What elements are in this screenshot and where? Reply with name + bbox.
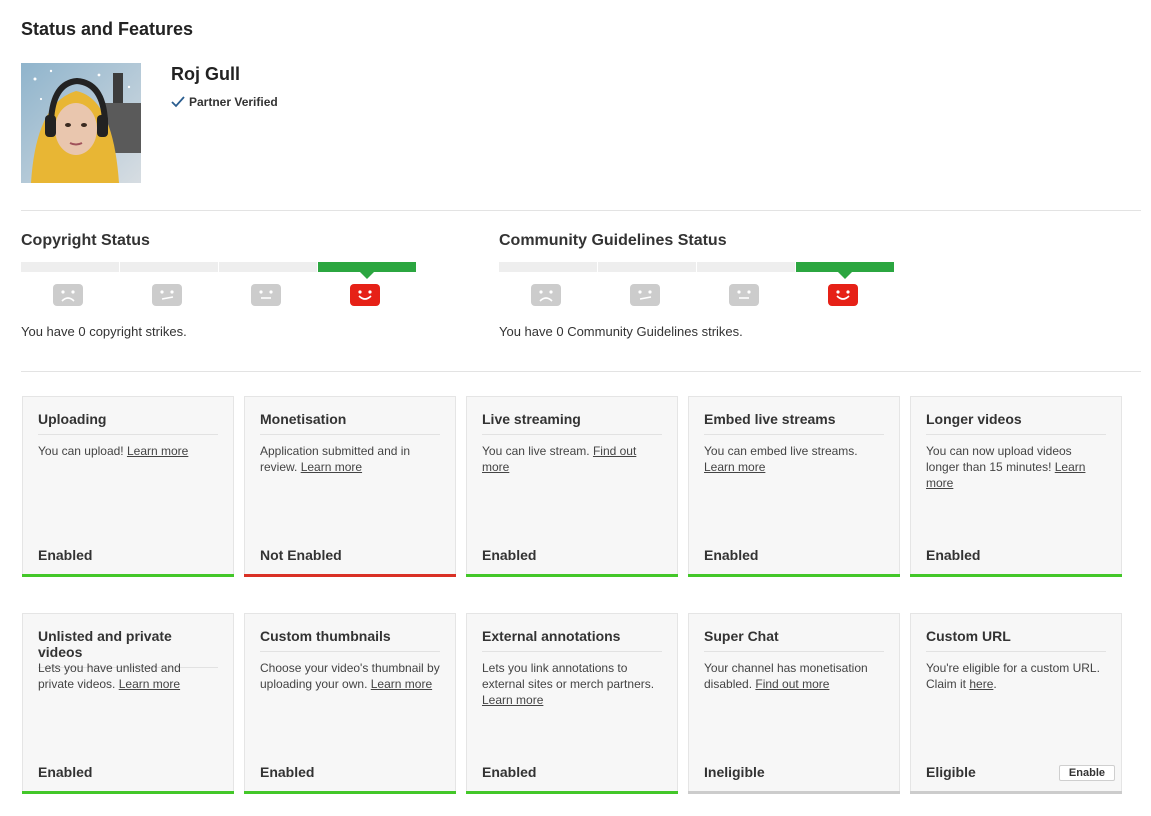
status-bar [910, 574, 1122, 577]
status-bar [466, 791, 678, 794]
page-title: Status and Features [21, 19, 194, 39]
neutral-face-icon [729, 284, 759, 306]
card-description: Your channel has monetisation disabled. … [704, 661, 868, 691]
verified-label: Partner Verified [189, 95, 278, 109]
learn-more-link[interactable]: Learn more [704, 460, 765, 474]
card-description: You can embed live streams. Learn more [704, 444, 858, 474]
enable-custom-url-button[interactable]: Enable [1058, 765, 1115, 781]
card-description: You can upload! Learn more [38, 444, 189, 458]
card-status: Enabled [38, 547, 93, 563]
strike-segment [598, 262, 696, 272]
status-bar [910, 791, 1122, 794]
unhappy-face-icon [630, 284, 660, 306]
card-status: Enabled [260, 764, 315, 780]
unhappy-face-icon [152, 284, 182, 306]
channel-name: Roj Gull [171, 64, 240, 84]
strike-segment [219, 262, 317, 272]
card-title: Live streaming [482, 411, 662, 435]
community-strikes-text: You have 0 Community Guidelines strikes. [499, 324, 743, 339]
card-status: Enabled [38, 764, 93, 780]
learn-more-link[interactable]: Learn more [482, 693, 543, 707]
feature-card-custom-thumbnails: Custom thumbnails Choose your video's th… [244, 613, 456, 794]
happy-face-icon [828, 284, 858, 306]
card-title: Longer videos [926, 411, 1106, 435]
sad-face-icon [53, 284, 83, 306]
checkmark-icon [171, 96, 185, 108]
sad-face-icon [531, 284, 561, 306]
community-strike-meter [499, 262, 895, 279]
feature-card-uploading: Uploading You can upload! Learn more Ena… [22, 396, 234, 577]
card-status: Enabled [704, 547, 759, 563]
card-description: You're eligible for a custom URL. Claim … [926, 661, 1100, 691]
card-title: External annotations [482, 628, 662, 652]
feature-card-super-chat: Super Chat Your channel has monetisation… [688, 613, 900, 794]
card-title: Monetisation [260, 411, 440, 435]
strike-segment [21, 262, 119, 272]
community-guidelines-status: Community Guidelines Status You have 0 C… [499, 232, 899, 339]
status-bar [688, 791, 900, 794]
card-status: Not Enabled [260, 547, 342, 563]
feature-card-longer-videos: Longer videos You can now upload videos … [910, 396, 1122, 577]
learn-more-link[interactable]: Learn more [301, 460, 362, 474]
status-bar [244, 574, 456, 577]
status-bar [688, 574, 900, 577]
card-description: You can now upload videos longer than 15… [926, 444, 1086, 490]
find-out-more-link[interactable]: Find out more [755, 677, 829, 691]
feature-card-monetisation: Monetisation Application submitted and i… [244, 396, 456, 577]
divider [21, 210, 1141, 211]
feature-card-unlisted-private: Unlisted and private videos Lets you hav… [22, 613, 234, 794]
card-status: Eligible [926, 764, 976, 780]
status-bar [466, 574, 678, 577]
copyright-strike-meter [21, 262, 417, 279]
avatar [21, 63, 141, 183]
neutral-face-icon [251, 284, 281, 306]
card-title: Custom thumbnails [260, 628, 440, 652]
feature-card-live-streaming: Live streaming You can live stream. Find… [466, 396, 678, 577]
card-description: Lets you have unlisted and private video… [38, 661, 181, 691]
strike-segment [120, 262, 218, 272]
strike-segment [499, 262, 597, 272]
card-description: Application submitted and in review. Lea… [260, 444, 411, 474]
card-title: Custom URL [926, 628, 1106, 652]
claim-url-link[interactable]: here [969, 677, 993, 691]
card-description: You can live stream. Find out more [482, 444, 637, 474]
card-status: Ineligible [704, 764, 765, 780]
card-description: Lets you link annotations to external si… [482, 661, 655, 707]
status-bar [22, 574, 234, 577]
strike-segment-current [318, 262, 416, 279]
community-status-title: Community Guidelines Status [499, 232, 727, 249]
feature-card-custom-url: Custom URL You're eligible for a custom … [910, 613, 1122, 794]
card-title: Embed live streams [704, 411, 884, 435]
card-title: Super Chat [704, 628, 884, 652]
happy-face-icon [350, 284, 380, 306]
divider [21, 371, 1141, 372]
strike-segment [697, 262, 795, 272]
learn-more-link[interactable]: Learn more [371, 677, 432, 691]
learn-more-link[interactable]: Learn more [119, 677, 180, 691]
card-status: Enabled [926, 547, 981, 563]
status-bar [244, 791, 456, 794]
copyright-status-title: Copyright Status [21, 232, 150, 249]
card-title: Uploading [38, 411, 218, 435]
learn-more-link[interactable]: Learn more [127, 444, 188, 458]
card-description: Choose your video's thumbnail by uploadi… [260, 661, 440, 691]
card-status: Enabled [482, 764, 537, 780]
status-bar [22, 791, 234, 794]
feature-card-external-annotations: External annotations Lets you link annot… [466, 613, 678, 794]
card-status: Enabled [482, 547, 537, 563]
verified-badge: Partner Verified [171, 95, 278, 109]
strike-segment-current [796, 262, 894, 279]
copyright-status: Copyright Status You have 0 copyright st… [21, 232, 421, 339]
feature-card-embed-live-streams: Embed live streams You can embed live st… [688, 396, 900, 577]
copyright-strikes-text: You have 0 copyright strikes. [21, 324, 187, 339]
